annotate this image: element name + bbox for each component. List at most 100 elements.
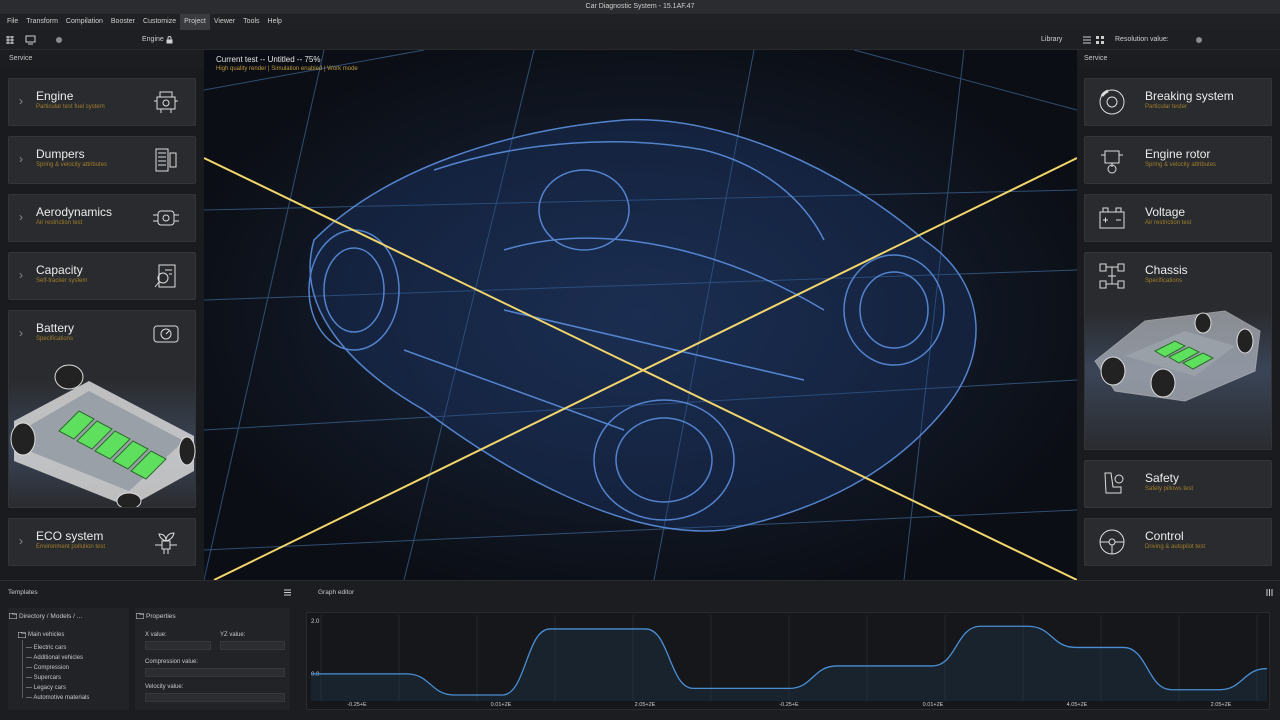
folder-icon: [18, 632, 26, 638]
x-tick-label: -0.25+E: [347, 702, 367, 708]
card-voltage[interactable]: Voltage Air restriction test: [1084, 194, 1272, 242]
eco-icon: [155, 532, 177, 554]
chevron-right-icon: ›: [19, 326, 23, 340]
tree-item[interactable]: — Electric cars: [26, 645, 66, 651]
card-aerodynamics[interactable]: › Aerodynamics Air restriction test: [8, 194, 196, 242]
card-engine-rotor[interactable]: Engine rotor Spring & velocity attribute…: [1084, 136, 1272, 184]
card-breaking-system[interactable]: Breaking system Particular tester: [1084, 78, 1272, 126]
tree-item[interactable]: — Additional vehicles: [26, 655, 83, 661]
card-subtitle: Driving & autopilot test: [1145, 544, 1206, 550]
card-title: Control: [1145, 529, 1184, 543]
aerodynamics-icon: [153, 210, 179, 226]
rotor-icon: [1101, 150, 1123, 174]
velocity-value-field[interactable]: [145, 693, 285, 702]
menu-viewer[interactable]: Viewer: [210, 14, 239, 30]
x-tick-label: 2.05+2E: [635, 702, 656, 708]
card-subtitle: Environment pollution test: [36, 544, 106, 550]
card-title: Capacity: [36, 263, 83, 277]
viewport-subtitle: High quality render | Simulation enabled…: [216, 66, 358, 72]
menu-project[interactable]: Project: [180, 14, 210, 30]
compression-value-field[interactable]: [145, 668, 285, 677]
left-sidebar: › Engine Particular test fuel system › D…: [0, 68, 204, 580]
tree-item[interactable]: — Legacy cars: [26, 685, 66, 691]
tree-root[interactable]: Main vehicles: [28, 632, 64, 638]
tree-item[interactable]: — Automotive materials: [26, 695, 89, 701]
grid-view-icon[interactable]: [1096, 36, 1104, 44]
folder-icon: [136, 613, 144, 619]
capacity-icon: [154, 264, 176, 288]
steering-wheel-icon: [1099, 529, 1125, 555]
templates-label: Templates: [8, 589, 38, 596]
lock-icon[interactable]: [166, 36, 173, 44]
card-subtitle: Spring & velocity attributes: [1145, 162, 1217, 168]
card-subtitle: Self-tracker system: [36, 278, 88, 284]
monitor-icon[interactable]: [25, 35, 36, 45]
card-title: Aerodynamics: [36, 205, 113, 219]
menu-bar: File Transform Compilation Booster Custo…: [0, 14, 1280, 30]
menu-transform[interactable]: Transform: [22, 14, 62, 30]
menu-help[interactable]: Help: [264, 14, 286, 30]
window-title: Car Diagnostic System - 15.1AF.47: [0, 0, 1280, 14]
voltage-icon: [1099, 207, 1125, 229]
library-label[interactable]: Library: [1041, 30, 1062, 50]
graph-plot: 2.00.0-0.25+E 0.01+2E 2.05+2E -0.25+E 0.01+2…: [311, 615, 1268, 708]
battery-chassis-image: [10, 364, 196, 507]
card-title: ECO system: [36, 529, 104, 543]
templates-menu-icon[interactable]: [284, 589, 291, 596]
card-battery[interactable]: › Battery Specifications: [8, 310, 196, 508]
menu-compilation[interactable]: Compilation: [62, 14, 107, 30]
menu-booster[interactable]: Booster: [107, 14, 139, 30]
card-title: Voltage: [1145, 205, 1186, 219]
card-control[interactable]: Control Driving & autopilot test: [1084, 518, 1272, 566]
chevron-right-icon: ›: [19, 210, 23, 224]
folder-icon: [9, 613, 17, 619]
card-eco-system[interactable]: › ECO system Environment pollution test: [8, 518, 196, 566]
card-title: Engine rotor: [1145, 147, 1211, 161]
resolution-slider-handle[interactable]: [1196, 37, 1202, 43]
card-subtitle: Specifications: [1145, 278, 1183, 284]
card-subtitle: Specifications: [36, 336, 74, 342]
menu-file[interactable]: File: [3, 14, 22, 30]
seat-icon: [1104, 472, 1124, 494]
card-title: Breaking system: [1145, 89, 1234, 103]
graph-editor-label: Graph editor: [318, 589, 355, 596]
grid-icon[interactable]: [5, 35, 15, 45]
directory-label[interactable]: Directory / Models / ...: [19, 613, 82, 620]
list-view-icon[interactable]: [1083, 36, 1091, 44]
card-subtitle: Particular tester: [1145, 104, 1188, 110]
properties-label: Properties: [146, 613, 176, 620]
menu-tools[interactable]: Tools: [239, 14, 263, 30]
card-engine[interactable]: › Engine Particular test fuel system: [8, 78, 196, 126]
chevron-right-icon: ›: [19, 94, 23, 108]
card-chassis[interactable]: Chassis Specifications: [1084, 252, 1272, 450]
battery-icon: [153, 325, 179, 343]
card-title: Safety: [1145, 471, 1180, 485]
3d-viewport[interactable]: Current test -- Untitled -- 75% High qua…: [204, 50, 1077, 580]
tree-item[interactable]: — Supercars: [26, 675, 61, 681]
graph-menu-icon[interactable]: [1266, 589, 1273, 596]
viewport-title: Current test -- Untitled -- 75%: [216, 55, 321, 64]
engine-label: Engine: [142, 36, 164, 43]
yz-value-label: YZ value:: [220, 632, 246, 638]
yz-value-field[interactable]: [220, 641, 285, 650]
resolution-label: Resolution value:: [1115, 36, 1169, 43]
velocity-value-label: Velocity value:: [145, 684, 184, 690]
menu-customize[interactable]: Customize: [139, 14, 180, 30]
graph-editor[interactable]: 2.0 0.0 -0.25+E 0.01+2E 2.05+2E -0.25+E 0.01+2…: [306, 612, 1270, 710]
x-tick-label: -0.25+E: [779, 702, 799, 708]
chevron-right-icon: ›: [19, 268, 23, 282]
x-value-label: X value:: [145, 632, 167, 638]
card-capacity[interactable]: › Capacity Self-tracker system: [8, 252, 196, 300]
card-title: Battery: [36, 321, 75, 335]
tree-item[interactable]: — Compression: [26, 665, 69, 671]
x-tick-label: 0.01+2E: [923, 702, 944, 708]
card-subtitle: Safety pillows test: [1145, 486, 1194, 492]
card-safety[interactable]: Safety Safety pillows test: [1084, 460, 1272, 508]
x-value-field[interactable]: [145, 641, 211, 650]
x-tick-label: 4.05+2E: [1067, 702, 1088, 708]
chevron-right-icon: ›: [19, 534, 23, 548]
viewport-scene: [204, 50, 1077, 580]
status-dot: [56, 37, 62, 43]
tree-line: [22, 640, 23, 698]
card-dumpers[interactable]: › Dumpers Spring & velocity attributes: [8, 136, 196, 184]
